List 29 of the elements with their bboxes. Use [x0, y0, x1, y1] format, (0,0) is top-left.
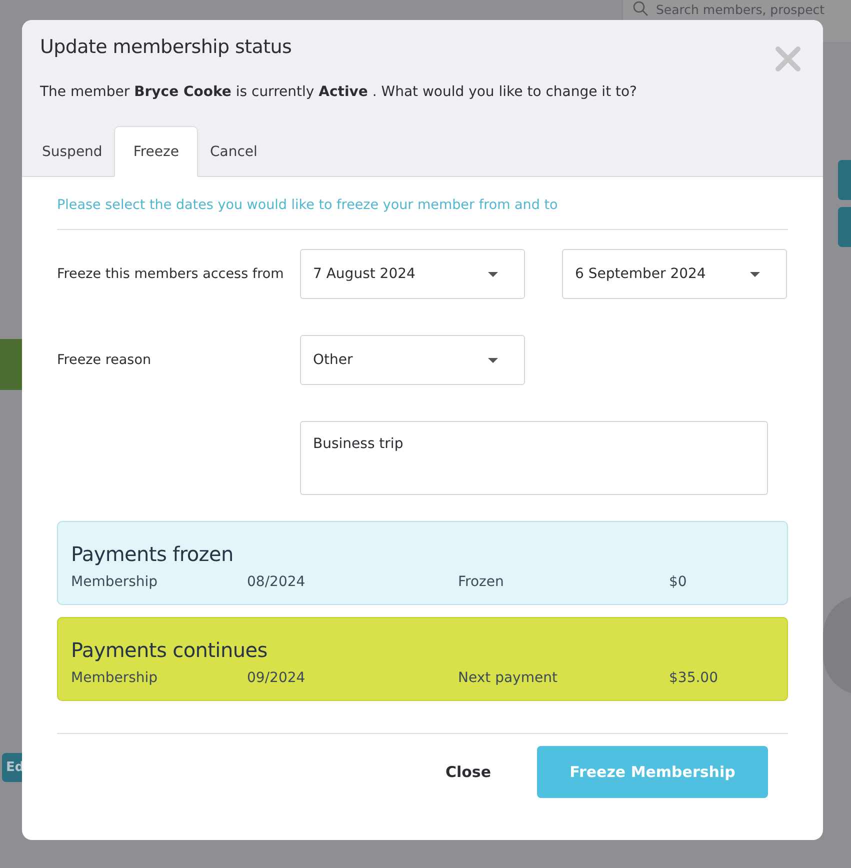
card-text: 08/2024	[247, 574, 306, 590]
reason-dropdown[interactable]: Other	[300, 335, 525, 385]
caret-icon	[750, 272, 760, 276]
search-icon	[633, 1, 648, 16]
dialog-message: The member Bryce Cooke is currently Active . What would you like to change it to?	[40, 84, 638, 100]
field-label: Freeze reason	[57, 352, 152, 368]
close-icon[interactable]	[775, 46, 801, 72]
close-button[interactable]: Close	[439, 762, 497, 782]
tab[interactable]: Suspend	[30, 126, 114, 177]
card-text: Next payment	[458, 670, 558, 686]
card-title: Payments continues	[71, 638, 268, 662]
card-text: 09/2024	[247, 670, 306, 686]
dialog-title: Update membership status	[40, 36, 292, 58]
tab[interactable]: Cancel	[198, 126, 270, 177]
date-dropdown[interactable]: 7 August 2024	[300, 249, 525, 299]
caret-icon	[488, 272, 498, 276]
field-label: Freeze this members access from	[57, 266, 285, 282]
card-text: $0	[669, 574, 688, 590]
note-field[interactable]: Business trip	[300, 421, 768, 495]
search-input[interactable]: Search members, prospect	[656, 1, 846, 18]
card-title: Payments frozen	[71, 542, 234, 566]
date-dropdown[interactable]: 6 September 2024	[562, 249, 787, 299]
card-text: Membership	[71, 670, 159, 686]
tab[interactable]: Freeze	[114, 126, 198, 177]
card-text: Frozen	[458, 574, 505, 590]
instruction-text: Please select the dates you would like to freeze your member from and to	[57, 197, 788, 230]
card-text: $35.00	[669, 670, 719, 686]
card-text: Membership	[71, 574, 159, 590]
caret-icon	[488, 358, 498, 362]
